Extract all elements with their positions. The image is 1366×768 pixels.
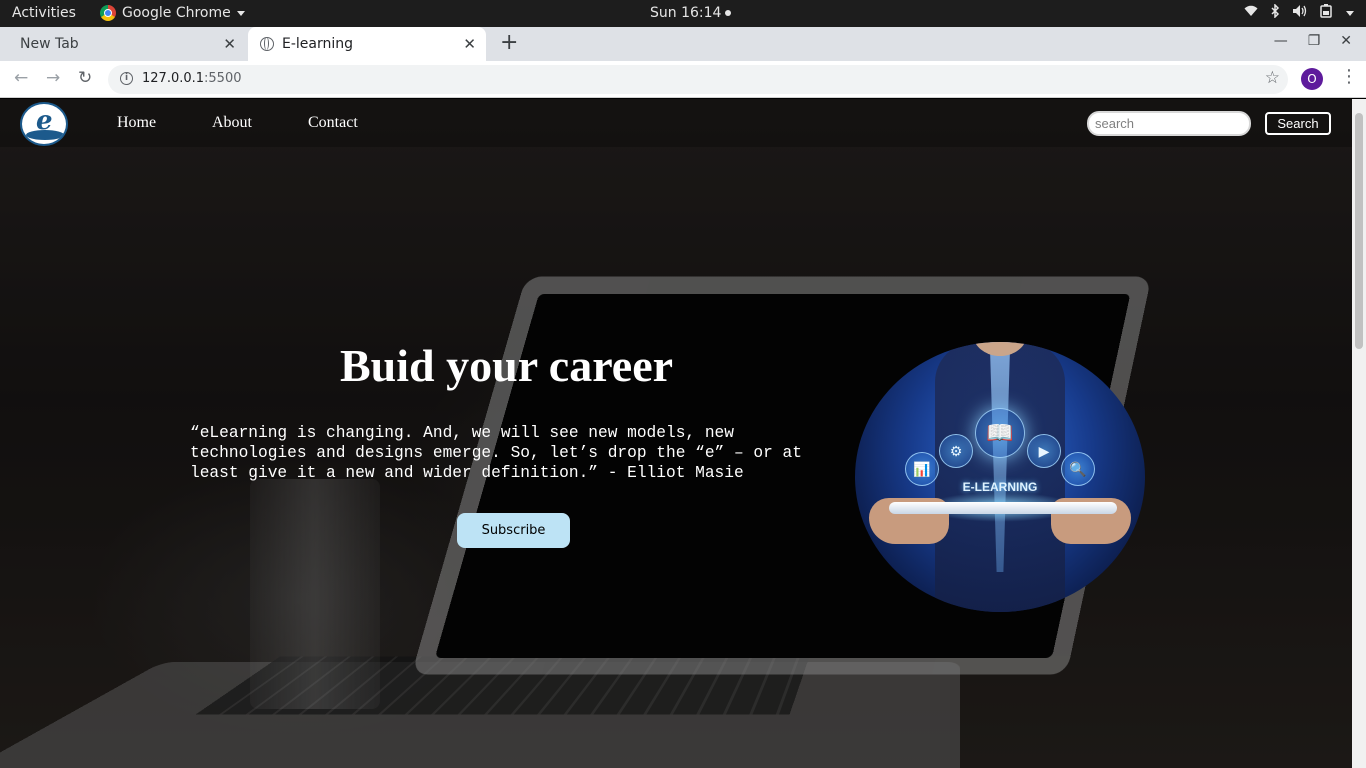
globe-icon	[260, 37, 274, 51]
minimize-icon[interactable]: —	[1274, 33, 1288, 49]
book-icon: 📖	[975, 408, 1025, 458]
tab-label: New Tab	[20, 36, 79, 52]
bookmark-star-icon[interactable]: ☆	[1265, 68, 1280, 88]
volume-icon	[1292, 4, 1308, 22]
close-window-icon[interactable]: ✕	[1340, 33, 1352, 49]
site-navbar: e Home About Contact Search	[0, 99, 1352, 147]
profile-avatar[interactable]: O	[1301, 68, 1323, 90]
restore-icon[interactable]: ❐	[1308, 33, 1321, 49]
hero-title: Buid your career	[340, 340, 674, 391]
battery-icon	[1320, 4, 1334, 22]
chevron-down-icon	[236, 10, 245, 16]
browser-toolbar: ← → ↻ i 127.0.0.1:5500 ☆	[0, 61, 1366, 98]
chevron-down-icon	[1346, 10, 1354, 16]
new-tab-button[interactable]: +	[500, 31, 518, 55]
page-viewport: e Home About Contact Search Buid your ca…	[0, 99, 1352, 768]
brain-icon: ⚙	[939, 434, 973, 468]
clock[interactable]: Sun 16:14	[650, 5, 732, 21]
clock-text: Sun 16:14	[650, 5, 722, 21]
url-host: 127.0.0.1	[142, 71, 205, 86]
app-menu[interactable]: Google Chrome	[100, 5, 245, 21]
window-controls: — ❐ ✕	[1274, 33, 1352, 49]
url-text[interactable]: 127.0.0.1:5500	[142, 71, 242, 86]
logo-swoosh	[26, 130, 64, 140]
search-button[interactable]: Search	[1265, 112, 1331, 135]
system-top-bar: Activities Google Chrome Sun 16:14	[0, 0, 1366, 27]
reload-icon[interactable]: ↻	[78, 68, 92, 88]
bluetooth-icon	[1270, 3, 1280, 22]
chrome-menu-icon[interactable]: ⋮	[1340, 66, 1358, 87]
back-arrow-icon[interactable]: ←	[14, 68, 28, 88]
illustration-label: E-LEARNING	[962, 480, 1038, 494]
e-learning-illustration: 📊 ⚙ 📖 ▶ 🔍 E-LEARNING	[855, 342, 1145, 612]
info-icon[interactable]: i	[120, 72, 133, 85]
presentation-icon: ▶	[1027, 434, 1061, 468]
tablet-shape	[889, 502, 1117, 514]
close-tab-icon[interactable]: ✕	[223, 35, 236, 53]
tab-e-learning[interactable]: E-learning ✕	[248, 27, 486, 61]
chrome-icon	[100, 5, 116, 21]
nav-link-about[interactable]: About	[212, 114, 252, 132]
url-port: :5500	[204, 71, 242, 86]
tab-strip: New Tab ✕ E-learning ✕ + — ❐ ✕	[0, 27, 1366, 61]
search-input[interactable]	[1087, 111, 1251, 136]
address-bar[interactable]: i 127.0.0.1:5500 ☆	[108, 65, 1288, 94]
system-tray[interactable]	[1244, 3, 1354, 22]
scrollbar-thumb[interactable]	[1355, 113, 1363, 349]
forward-arrow-icon[interactable]: →	[46, 68, 60, 88]
wifi-icon	[1244, 5, 1258, 21]
notification-dot-icon	[725, 10, 732, 16]
hero-quote: “eLearning is changing. And, we will see…	[190, 424, 802, 482]
tab-label: E-learning	[282, 36, 354, 52]
tab-new-tab[interactable]: New Tab ✕	[0, 27, 246, 61]
nav-link-contact[interactable]: Contact	[308, 114, 358, 132]
activities-button[interactable]: Activities	[12, 5, 76, 21]
subscribe-button[interactable]: Subscribe	[457, 513, 570, 548]
close-tab-icon[interactable]: ✕	[463, 35, 476, 53]
site-logo[interactable]: e	[20, 102, 68, 146]
page-scrollbar[interactable]	[1352, 99, 1366, 768]
app-name: Google Chrome	[122, 5, 231, 21]
nav-link-home[interactable]: Home	[117, 114, 156, 132]
